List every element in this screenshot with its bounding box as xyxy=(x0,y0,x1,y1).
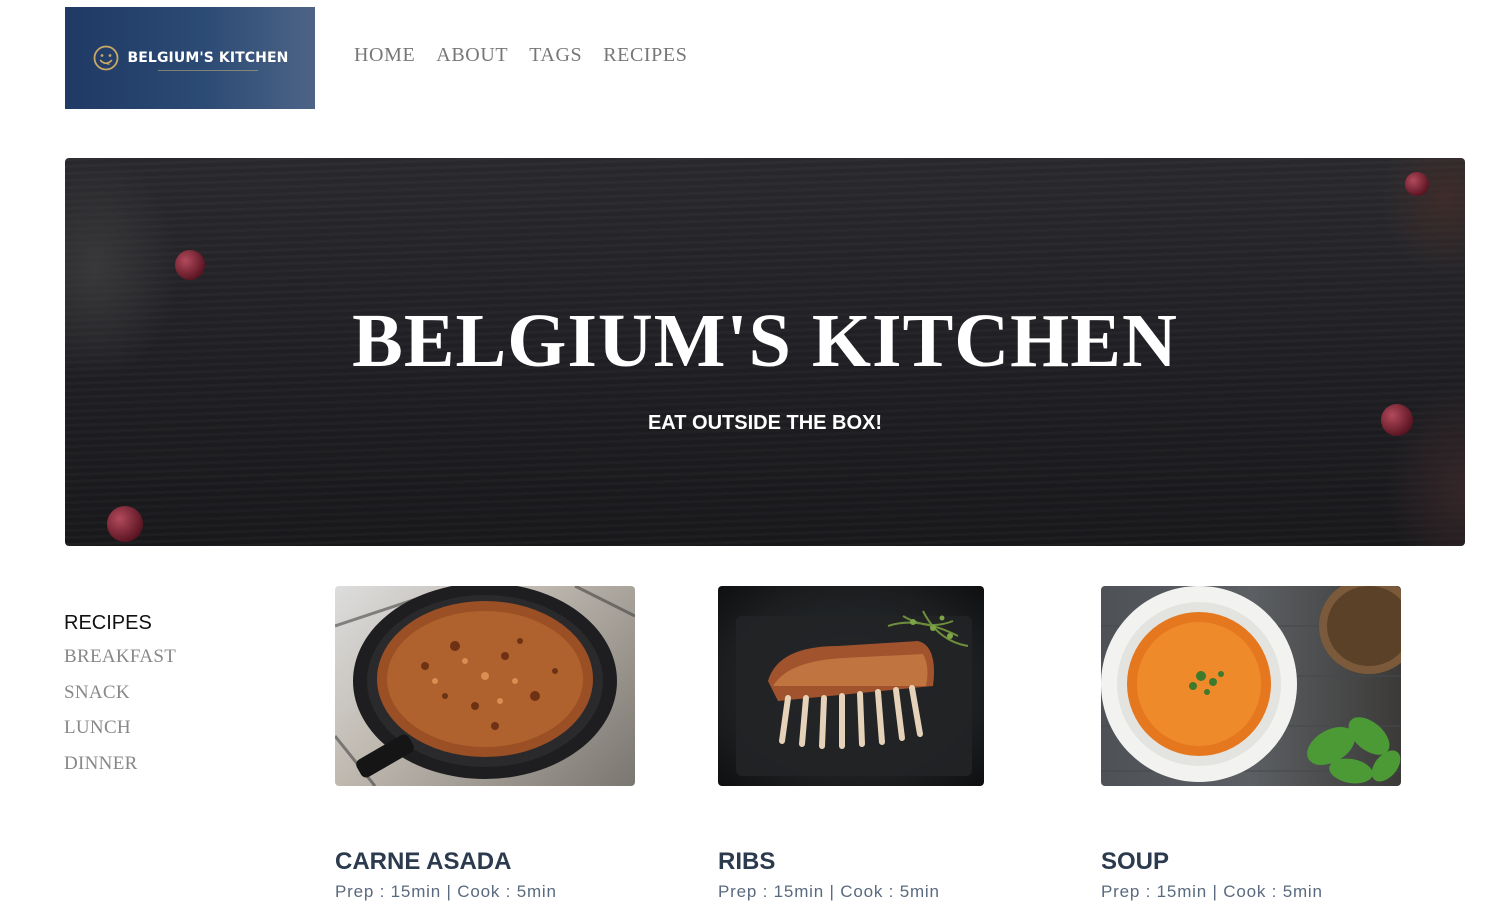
recipe-image-soup[interactable] xyxy=(1101,586,1401,786)
recipe-image-ribs[interactable] xyxy=(718,586,984,786)
sidebar-item-breakfast: BREAKFAST xyxy=(64,646,176,682)
sidebar-link-lunch[interactable]: LUNCH xyxy=(64,717,131,738)
nav-link-about[interactable]: ABOUT xyxy=(436,44,508,67)
recipe-meta: Prep : 15min | Cook : 5min xyxy=(1101,882,1323,901)
recipe-title[interactable]: RIBS xyxy=(718,848,775,876)
recipe-title[interactable]: CARNE ASADA xyxy=(335,848,511,876)
logo-text: BELGIUM'S KITCHEN xyxy=(127,50,289,71)
recipe-card-carne-asada: CARNE ASADA Prep : 15min | Cook : 5min xyxy=(335,586,635,901)
hero-title: BELGIUM'S KITCHEN xyxy=(352,299,1178,383)
nav-link-recipes[interactable]: RECIPES xyxy=(603,44,687,67)
decorative-berry xyxy=(107,506,143,542)
recipe-title[interactable]: SOUP xyxy=(1101,848,1169,876)
hero-banner: BELGIUM'S KITCHEN EAT OUTSIDE THE BOX! xyxy=(65,158,1465,546)
sidebar-link-snack[interactable]: SNACK xyxy=(64,682,130,703)
decorative-berry xyxy=(1405,172,1429,196)
recipe-card-ribs: RIBS Prep : 15min | Cook : 5min xyxy=(718,586,984,901)
recipe-meta: Prep : 15min | Cook : 5min xyxy=(335,882,557,901)
nav-link-tags[interactable]: TAGS xyxy=(529,44,582,67)
sidebar-link-dinner[interactable]: DINNER xyxy=(64,753,138,774)
soup-bowl-illustration xyxy=(1101,586,1401,784)
recipe-meta: Prep : 15min | Cook : 5min xyxy=(718,882,940,901)
recipe-image-carne-asada[interactable] xyxy=(335,586,635,786)
sidebar-item-lunch: LUNCH xyxy=(64,717,176,753)
sidebar-link-breakfast[interactable]: BREAKFAST xyxy=(64,646,176,667)
sidebar-item-snack: SNACK xyxy=(64,682,176,718)
sidebar-category-list: BREAKFAST SNACK LUNCH DINNER xyxy=(64,646,176,788)
sidebar-item-dinner: DINNER xyxy=(64,753,176,789)
main-nav: HOME ABOUT TAGS RECIPES xyxy=(354,44,687,67)
nav-link-home[interactable]: HOME xyxy=(354,44,415,67)
recipe-card-soup: SOUP Prep : 15min | Cook : 5min xyxy=(1101,586,1401,901)
smiley-face-icon xyxy=(93,45,118,71)
sidebar-title: RECIPES xyxy=(64,612,152,634)
site-logo[interactable]: BELGIUM'S KITCHEN xyxy=(65,7,315,109)
hero-subtitle: EAT OUTSIDE THE BOX! xyxy=(647,412,883,434)
decorative-berry xyxy=(175,250,205,280)
ribs-illustration xyxy=(736,610,972,776)
frying-pan-illustration xyxy=(335,586,635,786)
